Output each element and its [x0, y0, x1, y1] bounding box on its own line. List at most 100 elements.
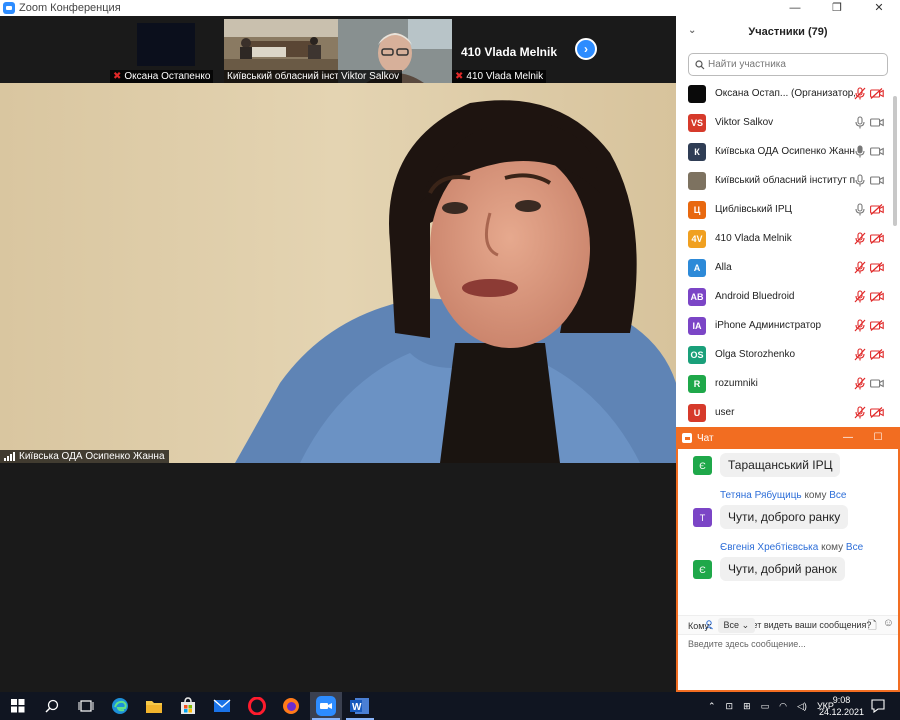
participant-name: Циблівський ІРЦ [715, 204, 792, 215]
camera-off-icon[interactable] [870, 233, 884, 244]
edge-browser-icon[interactable] [110, 696, 130, 716]
network-icon[interactable]: ⊞ [743, 701, 751, 712]
muted-mic-icon: ✖ [113, 71, 122, 82]
participant-avatar: 4V [688, 229, 706, 248]
muted-mic-icon[interactable] [854, 319, 866, 332]
video-thumbnail[interactable]: Київський обласний інст... [224, 19, 338, 83]
participant-row[interactable]: VS Viktor Salkov [676, 108, 892, 137]
participant-row[interactable]: Оксана Остап... (Организатор, я) [676, 79, 892, 108]
camera-off-icon[interactable] [870, 407, 884, 418]
chat-message-input[interactable] [688, 639, 888, 649]
video-thumbnail[interactable]: Viktor Salkov [338, 19, 452, 83]
camera-icon[interactable] [870, 146, 884, 157]
search-input[interactable] [708, 59, 878, 70]
camera-icon[interactable] [870, 378, 884, 389]
participant-row[interactable]: 4V 410 Vlada Melnik [676, 224, 892, 253]
maximize-chat-button[interactable]: ☐ [866, 427, 890, 449]
participants-title: Участники (79) [748, 26, 828, 38]
camera-off-icon[interactable] [870, 88, 884, 99]
participant-row[interactable]: OS Olga Storozhenko [676, 340, 892, 369]
battery-icon[interactable]: ▭ [761, 701, 770, 712]
chat-avatar: Т [693, 508, 712, 527]
chevron-up-icon[interactable]: ⌃ [708, 701, 716, 712]
restore-button[interactable]: ❐ [816, 0, 858, 16]
zoom-app-icon[interactable] [316, 696, 336, 716]
participants-header: ⌄ Участники (79) [676, 16, 900, 48]
close-button[interactable]: ✕ [858, 0, 900, 16]
participant-row[interactable]: Uuser [676, 398, 892, 427]
participant-row[interactable]: К Київська ОДА Осипенко Жанна [676, 137, 892, 166]
chat-sender-name: Євгенія Хребтієвська [720, 542, 819, 553]
chat-title: Чат [697, 432, 714, 444]
zoom-window: Zoom Конференция — ❐ ✕ ✖ Оксана Остапенко [0, 0, 900, 720]
next-page-button[interactable]: › [575, 38, 597, 60]
participant-row[interactable]: A Alla [676, 253, 892, 282]
collapse-chevron-icon[interactable]: ⌄ [688, 25, 696, 36]
muted-mic-icon[interactable] [854, 348, 866, 361]
chat-sender-line: Тетяна Рябущиць кому Все [720, 490, 847, 501]
chat-sender-line: Євгенія Хребтієвська кому Все [720, 542, 864, 553]
window-title: Zoom Конференция [19, 2, 121, 14]
chat-header: Чат — ☐ [678, 427, 898, 449]
video-feed [137, 23, 195, 66]
participants-scrollbar[interactable] [893, 96, 897, 226]
mail-icon[interactable] [212, 696, 232, 716]
minimize-button[interactable]: — [774, 0, 816, 16]
clock-date: 24.12.2021 [818, 707, 864, 717]
participant-name: Alla [715, 262, 732, 273]
opera-icon[interactable] [247, 696, 267, 716]
chevron-down-icon: ⌄ [741, 620, 750, 630]
firefox-icon[interactable] [281, 696, 301, 716]
camera-off-icon[interactable] [870, 291, 884, 302]
participant-row[interactable]: AB Android Bluedroid [676, 282, 892, 311]
muted-mic-icon[interactable] [854, 232, 866, 245]
participant-row[interactable]: Київський обласний інститут пі... [676, 166, 892, 195]
chat-message-text: Чути, добрий ранок [720, 557, 845, 581]
muted-mic-icon[interactable] [854, 377, 866, 390]
clock[interactable]: 9:08 24.12.2021 [819, 694, 864, 718]
camera-off-icon[interactable] [870, 204, 884, 215]
mic-icon[interactable] [854, 145, 866, 158]
windows-start-icon[interactable] [8, 696, 28, 716]
camera-icon[interactable] [870, 117, 884, 128]
participant-name: Android Bluedroid [715, 291, 795, 302]
muted-mic-icon[interactable] [854, 290, 866, 303]
participant-name: user [715, 407, 735, 418]
participant-avatar: К [688, 142, 706, 161]
meet-now-icon[interactable]: ⊡ [726, 701, 734, 712]
mic-icon[interactable] [854, 174, 866, 187]
mic-icon[interactable] [854, 203, 866, 216]
participant-name: Київський обласний інститут пі... [715, 175, 855, 186]
participant-avatar: Ц [688, 200, 706, 219]
participant-name: 410 Vlada Melnik [715, 233, 792, 244]
chat-message-text: Таращанський ІРЦ [720, 453, 841, 477]
participant-row[interactable]: IA iPhone Администратор [676, 311, 892, 340]
participant-row[interactable]: Rrozumniki [676, 369, 892, 398]
wifi-icon[interactable]: ◠ [779, 701, 787, 712]
file-icon[interactable]: 🗋 [868, 617, 877, 636]
chat-tools: 🗋 ☺ [868, 617, 894, 636]
camera-off-icon[interactable] [870, 262, 884, 273]
recipient-row: Кому: Все ⌄ [688, 618, 756, 633]
emoji-icon[interactable]: ☺ [883, 617, 894, 636]
camera-off-icon[interactable] [870, 320, 884, 331]
task-view-icon[interactable] [76, 696, 96, 716]
volume-icon[interactable]: ◁) [797, 701, 807, 712]
file-explorer-icon[interactable] [144, 696, 164, 716]
thumbnail-name: Київський обласний інст... [224, 70, 338, 83]
minimize-chat-button[interactable]: — [836, 427, 860, 449]
store-icon[interactable] [178, 696, 198, 716]
muted-mic-icon[interactable] [854, 406, 866, 419]
recipient-select[interactable]: Все ⌄ [717, 618, 756, 633]
word-app-icon[interactable]: W [350, 696, 370, 716]
muted-mic-icon[interactable] [854, 87, 866, 100]
search-icon[interactable] [42, 696, 62, 716]
participant-row[interactable]: Ц Циблівський ІРЦ [676, 195, 892, 224]
muted-mic-icon[interactable] [854, 261, 866, 274]
notifications-icon[interactable] [868, 696, 888, 716]
video-thumbnail[interactable]: ✖ Оксана Остапенко [110, 19, 224, 83]
camera-icon[interactable] [870, 175, 884, 186]
video-thumbnail[interactable]: 410 Vlada Melnik ✖ 410 Vlada Melnik [452, 19, 566, 83]
mic-icon[interactable] [854, 116, 866, 129]
camera-off-icon[interactable] [870, 349, 884, 360]
